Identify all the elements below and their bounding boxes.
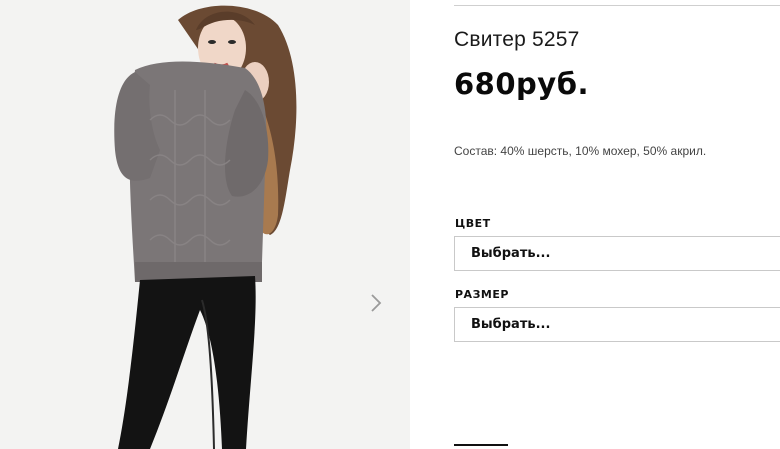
chevron-right-icon xyxy=(371,294,382,312)
color-select-value: Выбрать... xyxy=(471,246,551,261)
size-select-value: Выбрать... xyxy=(471,317,551,332)
top-divider xyxy=(454,5,780,6)
size-select[interactable]: Выбрать... xyxy=(454,307,780,342)
color-select[interactable]: Выбрать... xyxy=(454,236,780,271)
product-photo xyxy=(0,0,410,449)
color-option-label: ЦВЕТ xyxy=(455,217,491,230)
gallery-next-button[interactable] xyxy=(365,291,387,315)
product-title: Свитер 5257 xyxy=(454,28,580,51)
bottom-divider xyxy=(454,444,508,446)
product-price: 680руб. xyxy=(454,67,589,101)
product-composition: Состав: 40% шерсть, 10% мохер, 50% акрил… xyxy=(454,144,707,158)
product-image-gallery xyxy=(0,0,410,449)
size-option-label: РАЗМЕР xyxy=(455,288,509,301)
